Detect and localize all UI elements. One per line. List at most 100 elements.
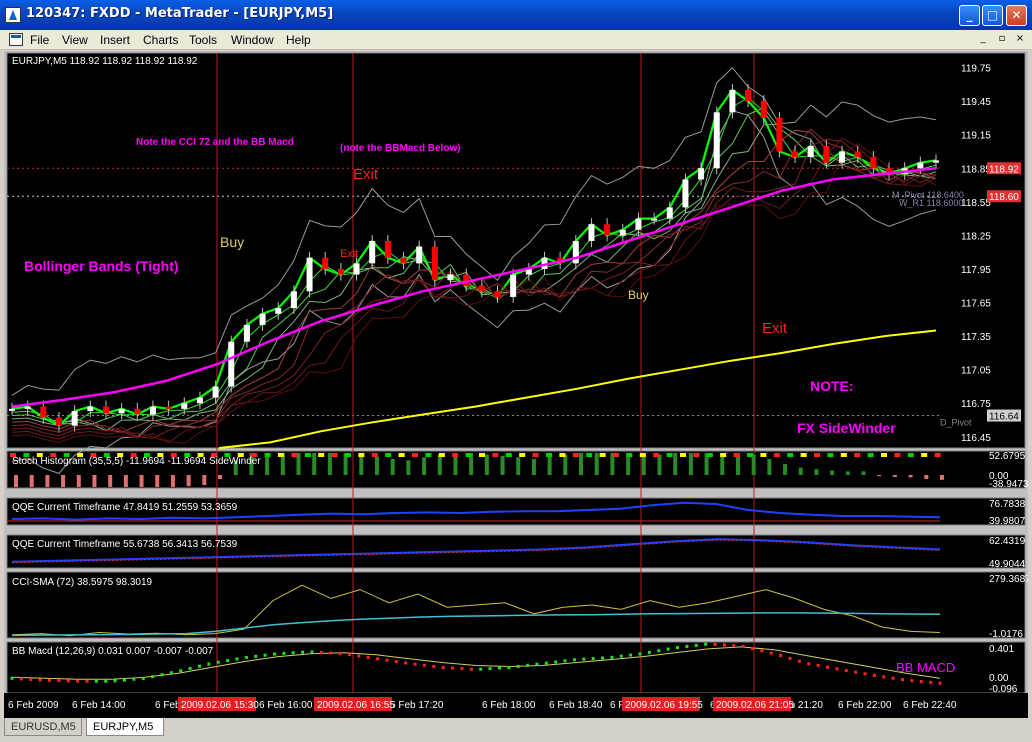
close-button[interactable]: ✕ <box>1006 5 1027 26</box>
bbmacd-dot <box>591 657 595 661</box>
bbmacd-dot <box>929 680 933 684</box>
sidewinder-signal-dot <box>385 453 392 457</box>
bbmacd-dot <box>29 677 33 681</box>
time-axis-tick: 6 Feb 18:40 <box>549 700 603 711</box>
annotation-exit-2: Exit <box>762 320 788 337</box>
mdi-minimize-button[interactable]: _ <box>976 33 990 46</box>
sidewinder-signal-dot <box>653 453 660 457</box>
bbmacd-dot <box>188 666 192 670</box>
bbmacd-dot <box>226 659 230 663</box>
stoch-histogram-bar <box>531 458 536 475</box>
bbmacd-dot <box>816 663 820 667</box>
bbmacd-dot <box>685 644 689 648</box>
pivot-price-tag: 118.60 <box>989 192 1019 203</box>
stoch-histogram-bar <box>673 453 678 475</box>
candle-body <box>933 160 939 163</box>
bbmacd-dot <box>872 673 876 677</box>
menu-tools[interactable]: Tools <box>189 33 217 47</box>
bbmacd-dot <box>10 676 14 680</box>
bbmacd-dot <box>216 660 220 664</box>
title-bar[interactable]: 120347: FXDD - MetaTrader - [EURJPY,M5] … <box>0 0 1032 30</box>
price-axis-tick: 118.55 <box>961 198 991 209</box>
chart-window-icon[interactable] <box>9 33 23 46</box>
maximize-button[interactable]: □ <box>982 5 1003 26</box>
stoch-axis-tick: 52.6795 <box>989 451 1026 462</box>
sidewinder-signal-dot <box>881 453 887 457</box>
stoch-pane-title: Stoch Histogram (35,5,5) -11.9694 -11.96… <box>12 456 261 467</box>
sidewinder-signal-dot <box>572 453 579 457</box>
bbmacd-dot <box>704 642 708 646</box>
bbmacd-dot <box>254 654 258 658</box>
price-axis-tick: 117.05 <box>961 366 991 377</box>
sidewinder-signal-dot <box>398 453 405 457</box>
stoch-histogram-bar <box>751 454 756 475</box>
sidewinder-signal-dot <box>773 453 780 457</box>
bbmacd-dot <box>657 649 661 653</box>
candle-body <box>71 411 78 426</box>
qqe1-pane-title: QQE Current Timeframe 47.8419 51.2559 53… <box>12 502 238 513</box>
sidewinder-signal-dot <box>345 453 351 457</box>
bbmacd-dot <box>844 668 848 672</box>
time-marker-label: 2009.02.06 19:55 <box>625 700 703 711</box>
chart-canvas[interactable]: 119.75 119.45 119.15 118.85 118.55 118.25 117.… <box>4 51 1028 718</box>
menu-help[interactable]: Help <box>286 33 311 47</box>
price-axis-tick: 118.25 <box>961 231 991 242</box>
candle-body <box>306 257 313 292</box>
daily-pivot-tag: 116.64 <box>989 412 1019 423</box>
candle-body <box>651 218 658 221</box>
menu-view[interactable]: View <box>62 33 88 47</box>
price-axis-tick: 119.45 <box>961 97 991 108</box>
bbmacd-axis-tick-top: 0.401 <box>989 644 1014 655</box>
bbmacd-dot <box>807 662 811 666</box>
candle-body <box>447 274 454 281</box>
mdi-restore-button[interactable]: ▫ <box>995 33 1009 46</box>
bbmacd-dot <box>516 664 520 668</box>
bbmacd-dot <box>854 670 858 674</box>
bbmacd-axis-tick-zero: 0.00 <box>989 673 1009 684</box>
stoch-histogram-bar <box>657 454 662 475</box>
bbmacd-dot <box>751 647 755 651</box>
candle-body <box>196 397 203 404</box>
chart-window[interactable]: 119.75 119.45 119.15 118.85 118.55 118.25 117.… <box>4 51 1028 718</box>
sidewinder-signal-dot <box>760 453 767 457</box>
bbmacd-dot <box>722 643 726 647</box>
stoch-histogram-bar <box>767 458 772 475</box>
sidewinder-signal-dot <box>425 453 432 457</box>
menu-file[interactable]: File <box>30 33 49 47</box>
stoch-histogram-bar <box>422 457 427 475</box>
stoch-histogram-bar <box>814 469 819 475</box>
bbmacd-dot <box>497 666 501 670</box>
stoch-histogram-bar <box>783 464 788 475</box>
price-axis-tick: 116.45 <box>961 433 991 444</box>
metatrader-app-icon[interactable] <box>5 7 21 23</box>
bbmacd-dot <box>910 679 914 683</box>
tab-eurjpy-m5[interactable]: EURJPY,M5 <box>86 718 164 736</box>
candle-body <box>588 224 595 241</box>
candle-body <box>792 151 799 158</box>
sidewinder-signal-dot <box>921 453 928 457</box>
minimize-button[interactable]: _ <box>959 5 980 26</box>
stoch-histogram-bar <box>29 475 34 487</box>
stoch-histogram-bar <box>359 454 364 475</box>
cci-axis-tick-bottom: -1.0176 <box>989 629 1023 640</box>
bbmacd-dot <box>891 676 895 680</box>
tab-eurusd-m5[interactable]: EURUSD,M5 <box>4 718 82 736</box>
bbmacd-dot <box>38 678 42 682</box>
bbmacd-dot <box>122 678 126 682</box>
menu-window[interactable]: Window <box>231 33 274 47</box>
stoch-histogram-bar <box>14 475 18 487</box>
sidewinder-signal-dot <box>559 453 566 457</box>
mdi-close-button[interactable]: × <box>1013 33 1027 46</box>
sidewinder-signal-dot <box>492 453 499 457</box>
stoch-histogram-bar <box>61 475 66 487</box>
candle-body <box>118 408 125 414</box>
candle-body <box>729 89 736 113</box>
menu-charts[interactable]: Charts <box>143 33 178 47</box>
bbmacd-dot <box>366 655 370 659</box>
sidewinder-signal-dot <box>599 453 606 457</box>
bbmacd-dot <box>676 646 680 650</box>
bbmacd-dot <box>394 660 398 664</box>
stoch-histogram-bar <box>45 475 50 487</box>
menu-insert[interactable]: Insert <box>100 33 130 47</box>
bbmacd-dot <box>694 643 698 647</box>
